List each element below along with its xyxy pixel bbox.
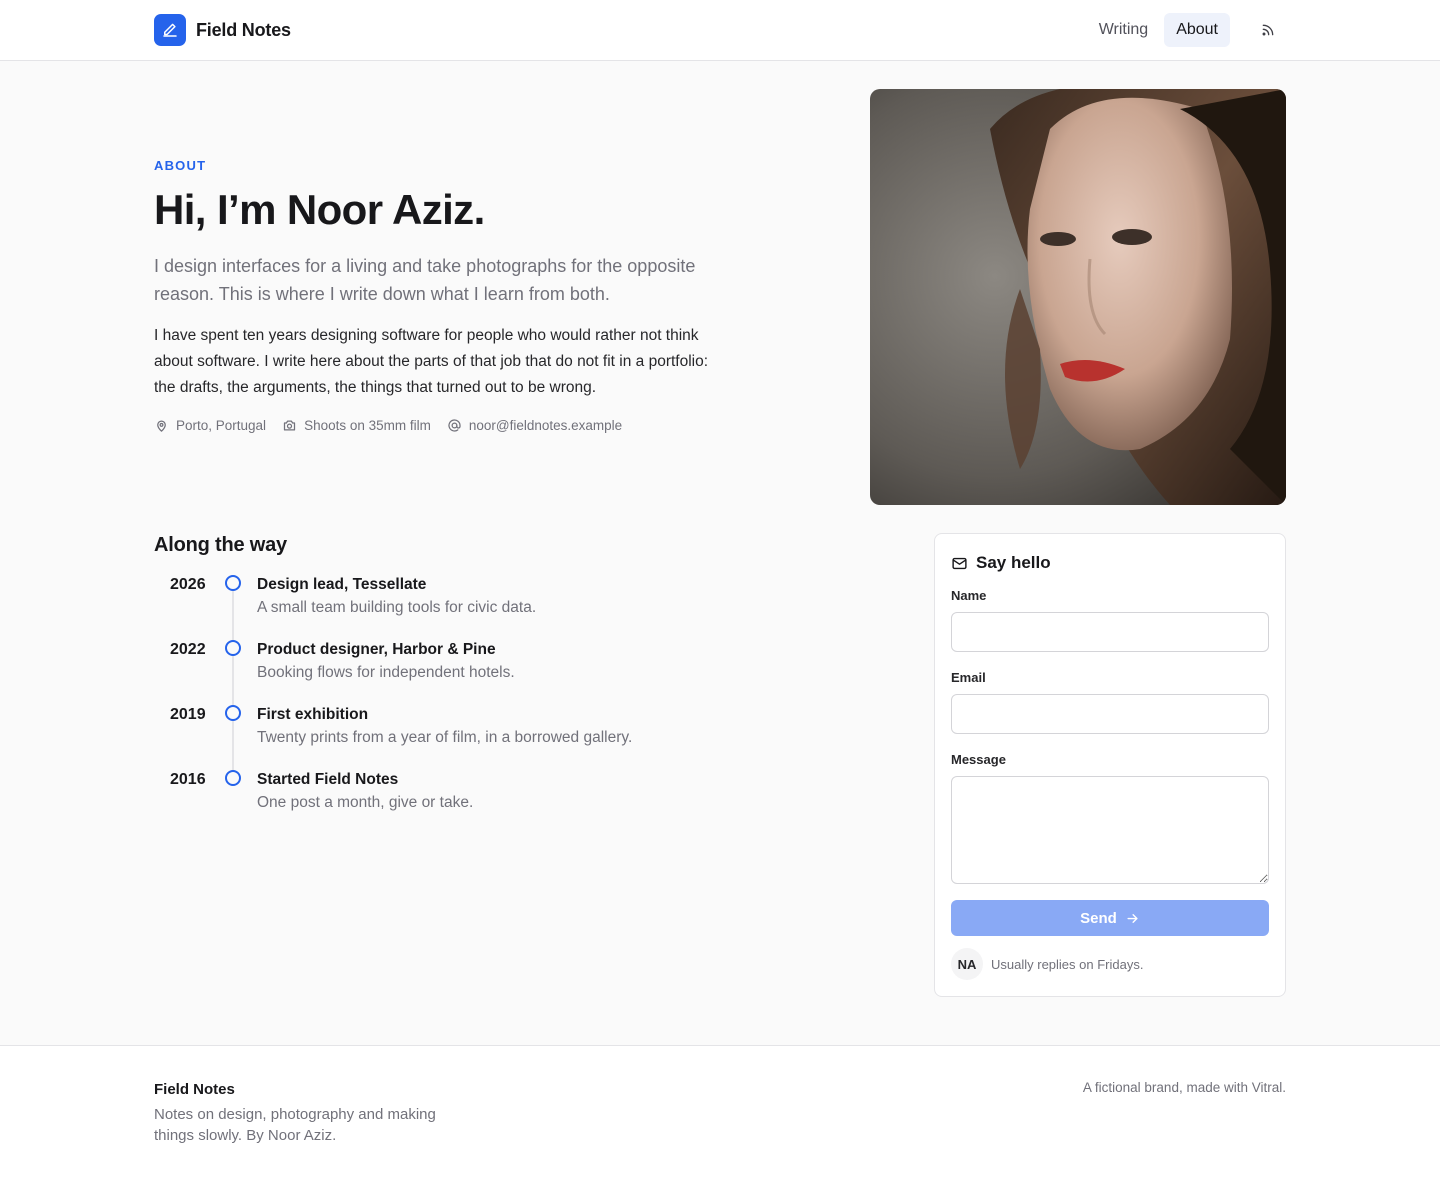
arrow-right-icon <box>1127 913 1138 923</box>
name-field[interactable] <box>951 612 1269 652</box>
mail-icon <box>952 557 967 569</box>
nav-writing[interactable]: Writing <box>1087 13 1161 47</box>
email-label: Email <box>951 670 986 685</box>
timeline-year: 2022 <box>170 641 206 658</box>
timeline-role: Product designer, Harbor & Pine <box>257 641 496 658</box>
section-eyebrow: ABOUT <box>154 158 207 173</box>
message-field[interactable] <box>951 776 1269 884</box>
timeline-item: 2022 Product designer, Harbor & Pine Boo… <box>154 639 714 699</box>
send-button-label: Send <box>1080 909 1117 927</box>
timeline-title: Along the way <box>154 534 287 556</box>
avatar: NA <box>951 948 983 980</box>
timeline-year: 2016 <box>170 771 206 788</box>
meta-email[interactable]: noor@fieldnotes.example <box>447 418 622 433</box>
reply-note: Usually replies on Fridays. <box>991 956 1144 972</box>
timeline-role: Started Field Notes <box>257 771 399 788</box>
camera-icon <box>283 420 296 431</box>
site-footer: Field Notes Notes on design, photography… <box>0 1045 1440 1177</box>
top-nav-bar: Field Notes Writing About <box>0 0 1440 61</box>
main-nav: Writing About <box>1083 13 1286 47</box>
contact-card: Say hello Name Email Message Send NA Usu… <box>934 533 1286 997</box>
timeline-dot <box>225 640 241 656</box>
meta-location-text: Porto, Portugal <box>176 418 267 433</box>
timeline-desc: A small team building tools for civic da… <box>257 599 537 616</box>
meta-location: Porto, Portugal <box>154 418 266 433</box>
meta-camera: Shoots on 35mm film <box>282 418 431 433</box>
reply-info: NA Usually replies on Fridays. <box>951 948 1143 980</box>
hero-lede: I design interfaces for a living and tak… <box>154 256 696 304</box>
contact-card-header: Say hello <box>951 553 1051 573</box>
contact-card-title: Say hello <box>976 553 1051 572</box>
name-label: Name <box>951 588 987 603</box>
hero-body: I have spent ten years designing softwar… <box>154 327 709 396</box>
footer-brand: Field Notes <box>154 1081 235 1098</box>
rss-icon[interactable] <box>1250 13 1286 47</box>
pen-icon <box>154 14 186 46</box>
timeline-desc: Twenty prints from a year of film, in a … <box>257 729 633 746</box>
email-field[interactable] <box>951 694 1269 734</box>
timeline-desc: Booking flows for independent hotels. <box>257 664 515 681</box>
timeline-role: First exhibition <box>257 706 369 723</box>
timeline-item: 2016 Started Field Notes One post a mont… <box>154 769 714 829</box>
timeline-desc: One post a month, give or take. <box>257 794 474 811</box>
footer-note: A fictional brand, made with Vitral. <box>1082 1080 1286 1095</box>
profile-meta: Porto, Portugal Shoots on 35mm film noor… <box>154 418 622 433</box>
timeline-year: 2019 <box>170 706 206 723</box>
brand-name: Field Notes <box>196 19 291 40</box>
nav-about[interactable]: About <box>1164 13 1230 47</box>
timeline-item: 2019 First exhibition Twenty prints from… <box>154 704 714 764</box>
page-title: Hi, I’m Noor Aziz. <box>154 186 485 233</box>
footer-description: Notes on design, photography and making … <box>154 1106 436 1144</box>
send-button[interactable]: Send <box>951 900 1269 936</box>
meta-camera-text: Shoots on 35mm film <box>304 418 431 433</box>
timeline-dot <box>225 575 241 591</box>
timeline-dot <box>225 705 241 721</box>
meta-email-text[interactable]: noor@fieldnotes.example <box>469 418 622 433</box>
brand-link[interactable]: Field Notes <box>154 14 291 46</box>
portrait-photo <box>870 89 1286 505</box>
at-sign-icon <box>448 419 461 432</box>
timeline-role: Design lead, Tessellate <box>257 576 427 593</box>
timeline-year: 2026 <box>170 576 206 593</box>
map-pin-icon <box>157 420 166 432</box>
timeline-item: 2026 Design lead, Tessellate A small tea… <box>154 574 714 634</box>
timeline-dot <box>225 770 241 786</box>
message-label: Message <box>951 752 1006 767</box>
